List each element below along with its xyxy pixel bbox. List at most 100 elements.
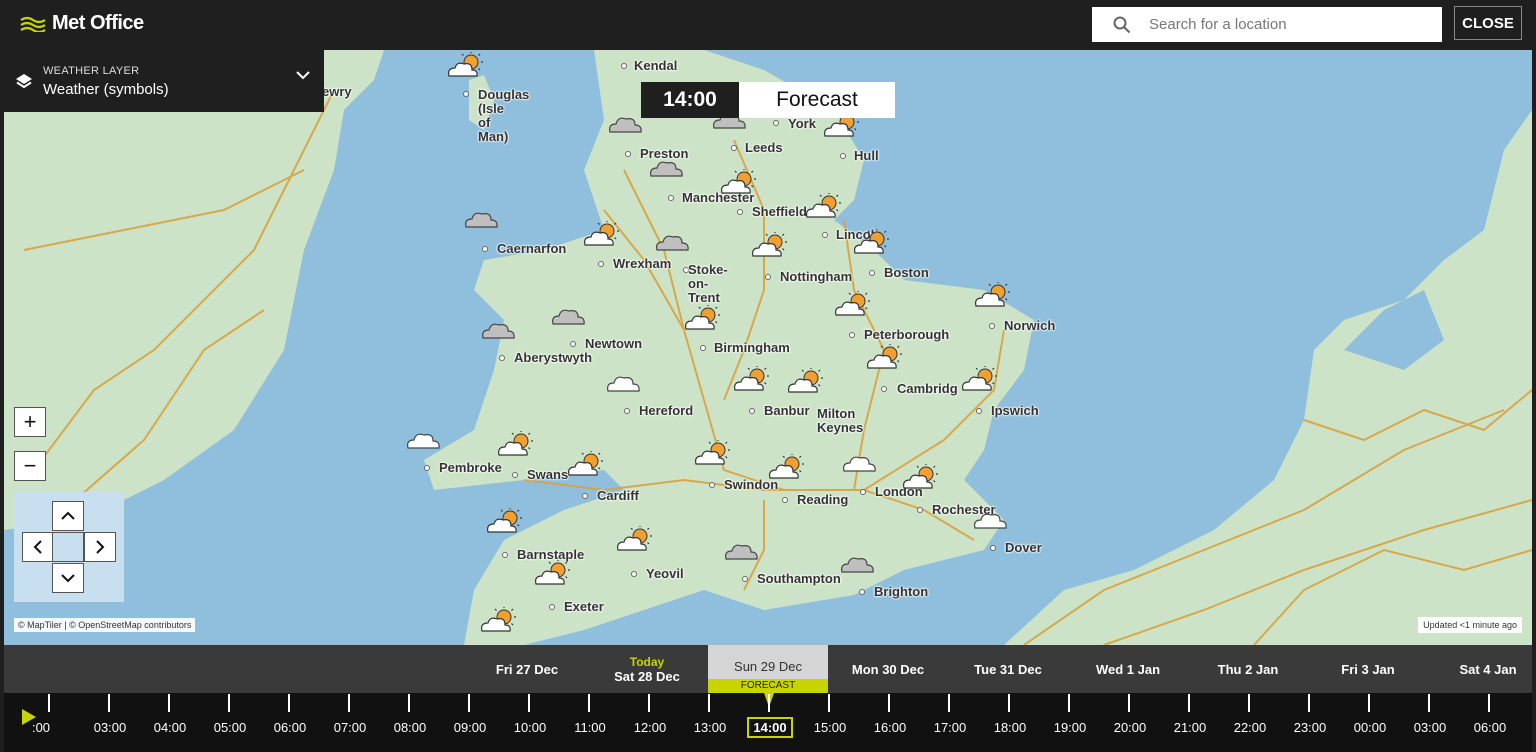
city-label[interactable]: Birmingham — [714, 341, 790, 355]
hour-label[interactable]: 12:00 — [620, 720, 680, 735]
day-tab[interactable]: Fri 3 Jan — [1308, 645, 1428, 693]
day-tab-selected[interactable]: Sun 29 Dec FORECAST — [708, 645, 828, 693]
city-label[interactable]: Wrexham — [613, 257, 671, 271]
city-label[interactable]: Banbur — [764, 404, 810, 418]
hour-label[interactable]: 16:00 — [860, 720, 920, 735]
city-label[interactable]: Aberystwyth — [514, 351, 592, 365]
city-label[interactable]: Peterborough — [864, 328, 949, 342]
hour-label[interactable]: 13:00 — [680, 720, 740, 735]
hour-label[interactable]: 05:00 — [200, 720, 260, 735]
close-button[interactable]: CLOSE — [1454, 6, 1522, 40]
hour-text: :00 — [31, 720, 51, 735]
hour-scrubber[interactable]: :00 03:00 04:00 05:00 06:00 07:00 08:00 09:00 10… — [4, 693, 1532, 752]
hour-text: 15:00 — [813, 720, 847, 735]
hour-label[interactable]: :00 — [26, 720, 56, 735]
hour-label[interactable]: 21:00 — [1160, 720, 1220, 735]
day-tab[interactable]: Wed 1 Jan — [1068, 645, 1188, 693]
partly-cloudy-icon — [973, 513, 1007, 529]
city-dot — [700, 345, 706, 351]
sunny-intervals-icon — [694, 440, 731, 465]
hour-tick — [108, 694, 110, 712]
updated-status: Updated <1 minute ago — [1418, 617, 1522, 633]
city-label[interactable]: Southampton — [757, 572, 841, 586]
sunny-intervals-icon — [805, 193, 842, 218]
day-tab[interactable]: Today Sat 28 Dec — [587, 645, 707, 693]
city-dot — [765, 274, 771, 280]
city-label[interactable]: Pembroke — [439, 461, 502, 475]
pan-left-button[interactable] — [22, 532, 54, 562]
city-label[interactable]: Sheffield — [752, 205, 807, 219]
day-tab[interactable]: Mon 30 Dec — [828, 645, 948, 693]
hour-label[interactable]: 11:00 — [560, 720, 620, 735]
day-label: Wed 1 Jan — [1095, 661, 1161, 677]
city-label[interactable]: Brighton — [874, 585, 928, 599]
city-label[interactable]: Cambridg — [897, 382, 958, 396]
city-label[interactable]: Norwich — [1004, 319, 1055, 333]
search-box[interactable] — [1092, 7, 1442, 42]
hour-tick — [648, 694, 650, 712]
hour-label[interactable]: 03:00 — [80, 720, 140, 735]
city-label[interactable]: Exeter — [564, 600, 604, 614]
city-label[interactable]: Hull — [854, 149, 879, 163]
hour-label[interactable]: 18:00 — [980, 720, 1040, 735]
city-label[interactable]: Kendal — [634, 59, 677, 73]
city-label[interactable]: Nottingham — [780, 270, 852, 284]
city-label[interactable]: Newtown — [585, 337, 642, 351]
city-label[interactable]: Swans — [527, 468, 568, 482]
weather-map[interactable]: Kendal Douglas (Isle of Man) ewry York P… — [4, 50, 1532, 645]
day-tab[interactable]: Sat 4 Jan — [1428, 645, 1536, 693]
hour-label[interactable]: 22:00 — [1220, 720, 1280, 735]
weather-layer-selector[interactable]: WEATHER LAYER Weather (symbols) — [4, 50, 324, 112]
hour-label[interactable]: 04:00 — [140, 720, 200, 735]
hour-label[interactable]: 19:00 — [1040, 720, 1100, 735]
hour-label[interactable]: 03:00 — [1400, 720, 1460, 735]
city-label[interactable]: York — [788, 117, 816, 131]
hour-label[interactable]: 09:00 — [440, 720, 500, 735]
pan-down-button[interactable] — [52, 563, 84, 593]
pan-right-button[interactable] — [84, 532, 116, 562]
hour-text: 06:00 — [273, 720, 307, 735]
city-label[interactable]: Leeds — [745, 141, 783, 155]
city-label[interactable]: Yeovil — [646, 567, 684, 581]
city-label[interactable]: Milton Keynes — [817, 407, 863, 435]
search-input[interactable] — [1149, 16, 1419, 33]
hour-text: 04:00 — [153, 720, 187, 735]
city-label[interactable]: Cardiff — [597, 489, 639, 503]
hour-label[interactable]: 07:00 — [320, 720, 380, 735]
pan-center — [52, 532, 84, 562]
city-label[interactable]: Hereford — [639, 404, 693, 418]
hour-label[interactable]: 10:00 — [500, 720, 560, 735]
city-label[interactable]: Reading — [797, 493, 848, 507]
hour-label[interactable]: 06:00 — [260, 720, 320, 735]
city-label[interactable]: Douglas (Isle of Man) — [478, 88, 529, 144]
day-tab[interactable]: Fri 27 Dec — [467, 645, 587, 693]
city-label[interactable]: Ipswich — [991, 404, 1039, 418]
met-office-logo[interactable]: Met Office — [20, 12, 144, 35]
hour-label[interactable]: 17:00 — [920, 720, 980, 735]
day-tab[interactable]: Tue 31 Dec — [948, 645, 1068, 693]
hour-label-selected[interactable]: 14:00 — [740, 717, 800, 738]
map-attribution[interactable]: © MapTiler | © OpenStreetMap contributor… — [14, 618, 196, 632]
hour-label[interactable]: 06:00 — [1460, 720, 1520, 735]
hour-label[interactable]: 20:00 — [1100, 720, 1160, 735]
hour-label[interactable]: 00:00 — [1340, 720, 1400, 735]
partly-cloudy-icon — [407, 433, 440, 449]
city-label[interactable]: Boston — [884, 266, 929, 280]
day-tab[interactable]: Thu 2 Jan — [1188, 645, 1308, 693]
city-label[interactable]: Stoke- on- Trent — [688, 263, 728, 305]
sunny-intervals-icon — [787, 368, 824, 393]
city-dot — [990, 545, 996, 551]
city-dot — [582, 493, 588, 499]
hour-label[interactable]: 08:00 — [380, 720, 440, 735]
city-dot — [482, 246, 488, 252]
sunny-intervals-icon — [498, 431, 534, 456]
pan-up-button[interactable] — [52, 501, 84, 531]
city-label[interactable]: ewry — [322, 85, 352, 99]
zoom-in-button[interactable]: + — [14, 407, 46, 437]
city-dot — [731, 145, 737, 151]
zoom-out-button[interactable]: − — [14, 451, 46, 481]
hour-label[interactable]: 15:00 — [800, 720, 860, 735]
city-label[interactable]: Caernarfon — [497, 242, 566, 256]
city-label[interactable]: Dover — [1005, 541, 1042, 555]
hour-label[interactable]: 23:00 — [1280, 720, 1340, 735]
